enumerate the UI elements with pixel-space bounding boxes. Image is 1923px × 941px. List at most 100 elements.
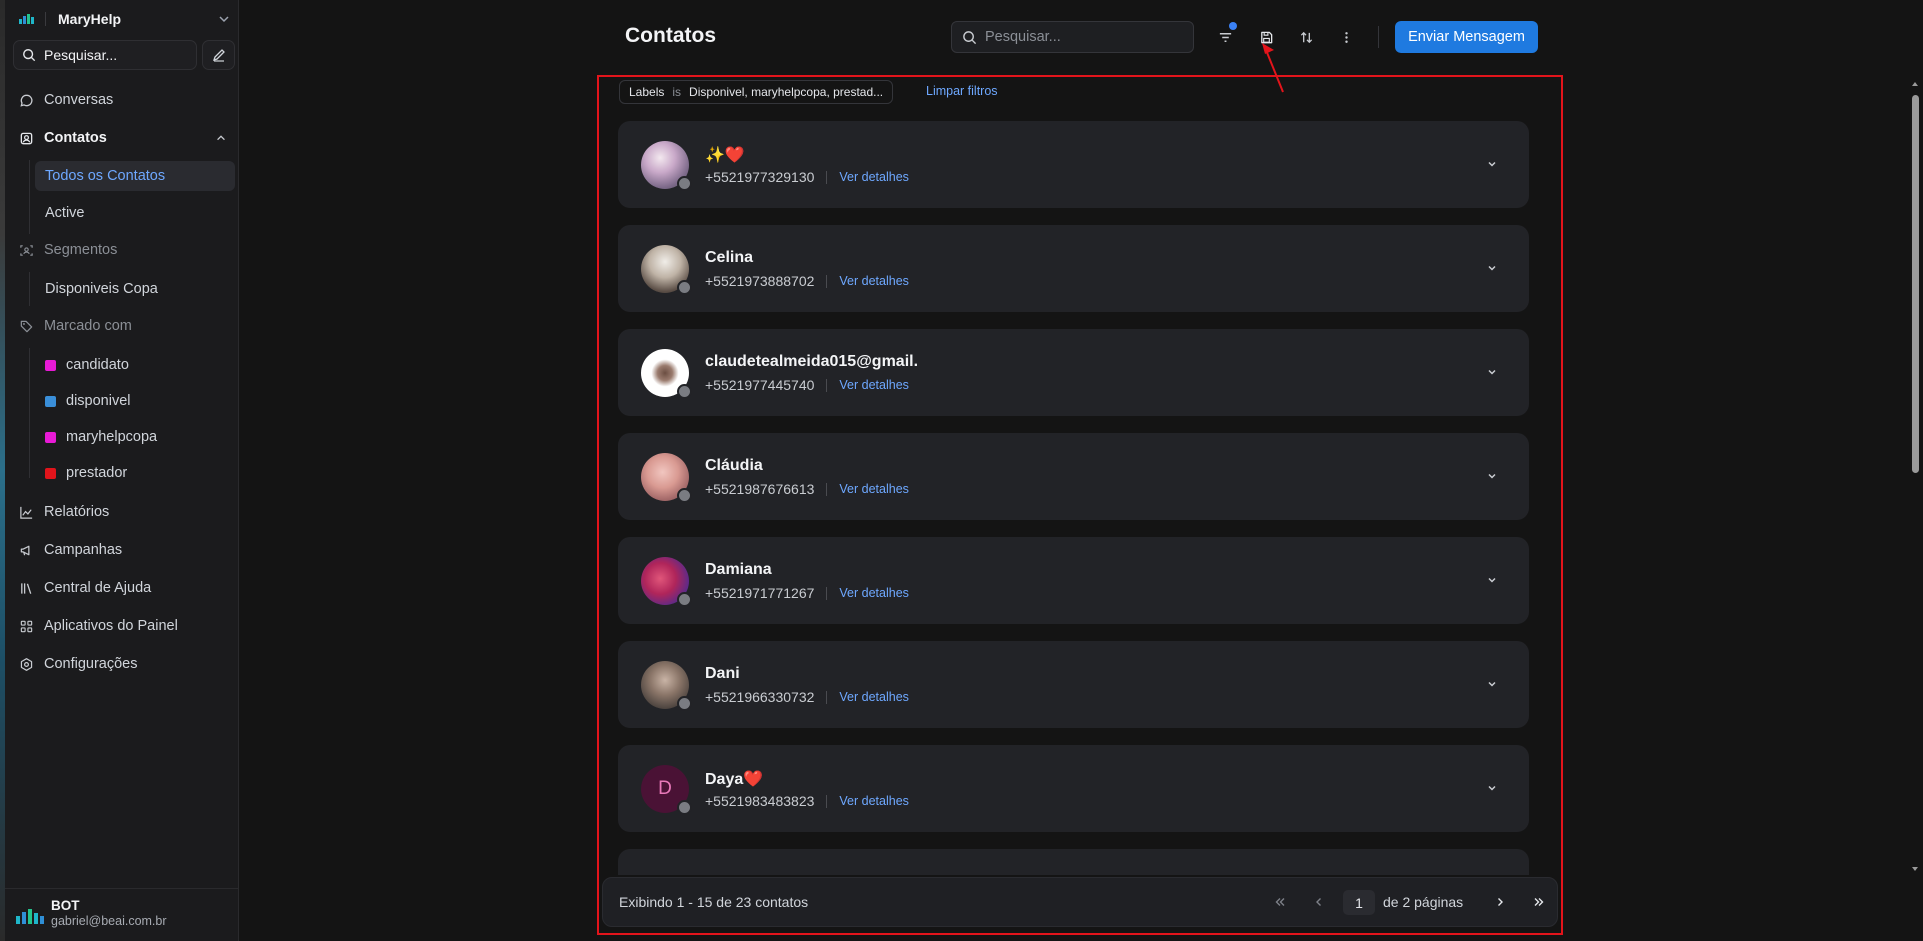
contact-card[interactable]: claudetealmeida015@gmail. +5521977445740…: [618, 329, 1529, 416]
chevron-down-icon[interactable]: [1485, 781, 1499, 795]
contact-phone: +5521977329130: [705, 169, 815, 185]
contact-card[interactable]: Celina +5521973888702 Ver detalhes: [618, 225, 1529, 312]
contacts-search[interactable]: [951, 21, 1194, 53]
gear-icon: [20, 657, 33, 671]
contact-phone: +5521983483823: [705, 793, 815, 809]
sidebar-item-central-ajuda[interactable]: Central de Ajuda: [19, 576, 151, 600]
chevron-down-icon[interactable]: [1485, 469, 1499, 483]
contact-card[interactable]: D Daya❤️ +5521983483823 Ver detalhes: [618, 745, 1529, 832]
meta-divider: [826, 690, 828, 704]
next-page-button[interactable]: [1489, 891, 1511, 913]
contacts-list: ✨❤️ +5521977329130 Ver detalhes Celina +…: [599, 110, 1561, 875]
sidebar-label-prestador[interactable]: prestador: [35, 458, 235, 488]
contact-meta: +5521971771267 Ver detalhes: [705, 585, 909, 601]
contact-card[interactable]: Cláudia +5521987676613 Ver detalhes: [618, 433, 1529, 520]
view-details-link[interactable]: Ver detalhes: [839, 274, 909, 288]
contact-meta: +5521983483823 Ver detalhes: [705, 793, 909, 809]
contacts-search-input[interactable]: [985, 29, 1175, 45]
sidebar-section-marcado-com: Marcado com: [19, 314, 132, 338]
sidebar-item-label: Conversas: [44, 92, 114, 108]
chat-bubble-icon: [20, 94, 33, 107]
tree-line: [29, 348, 30, 478]
contact-phone: +5521966330732: [705, 689, 815, 705]
sidebar-section-segmentos: Segmentos: [19, 238, 117, 262]
user-name: BOT: [51, 898, 80, 913]
chevron-down-icon[interactable]: [1485, 157, 1499, 171]
filter-icon: [1219, 32, 1231, 42]
user-email: gabriel@beai.com.br: [51, 914, 167, 928]
pagination-info: Exibindo 1 - 15 de 23 contatos: [619, 894, 809, 910]
sidebar-item-label: Campanhas: [44, 542, 123, 558]
filter-field: Labels: [629, 85, 665, 99]
label-name: disponivel: [66, 393, 131, 409]
clear-filters-link[interactable]: Limpar filtros: [926, 84, 998, 98]
more-options-button[interactable]: [1333, 24, 1359, 50]
label-name: prestador: [66, 465, 128, 481]
tag-icon: [20, 320, 33, 332]
presence-status: [677, 592, 692, 607]
sidebar-item-campanhas[interactable]: Campanhas: [19, 538, 122, 562]
contact-meta: +5521987676613 Ver detalhes: [705, 481, 909, 497]
previous-page-button[interactable]: [1308, 891, 1330, 913]
sort-button[interactable]: [1293, 24, 1319, 50]
sidebar-item-contatos[interactable]: Contatos: [19, 126, 227, 150]
sidebar-item-relatorios[interactable]: Relatórios: [19, 500, 109, 524]
view-details-link[interactable]: Ver detalhes: [839, 794, 909, 808]
more-vertical-icon: [1344, 31, 1348, 43]
presence-status: [677, 696, 692, 711]
search-icon: [963, 30, 977, 44]
last-page-button[interactable]: [1528, 891, 1550, 913]
sidebar-item-active[interactable]: Active: [35, 198, 235, 228]
first-page-button[interactable]: [1269, 891, 1291, 913]
contact-card[interactable]: Dani +5521966330732 Ver detalhes: [618, 641, 1529, 728]
sidebar-item-configuracoes[interactable]: Configurações: [19, 652, 138, 676]
chevron-down-icon[interactable]: [1485, 677, 1499, 691]
scrollbar-thumb[interactable]: [1912, 95, 1919, 473]
brand-divider: [45, 12, 46, 26]
sidebar-label-disponivel[interactable]: disponivel: [35, 386, 235, 416]
contact-card-partial[interactable]: [618, 849, 1529, 875]
filter-operator: is: [672, 85, 682, 99]
sidebar-label-maryhelpcopa[interactable]: maryhelpcopa: [35, 422, 235, 452]
contact-phone: +5521971771267: [705, 585, 815, 601]
chevron-down-icon[interactable]: [1485, 365, 1499, 379]
send-message-button[interactable]: Enviar Mensagem: [1395, 21, 1538, 53]
sidebar-search-label: Pesquisar...: [44, 47, 118, 63]
user-profile[interactable]: BOT gabriel@beai.com.br: [5, 888, 239, 941]
contact-card[interactable]: ✨❤️ +5521977329130 Ver detalhes: [618, 121, 1529, 208]
chevron-down-icon[interactable]: [1485, 573, 1499, 587]
pagination-bar: Exibindo 1 - 15 de 23 contatos 1 de 2 pá…: [602, 877, 1558, 927]
view-details-link[interactable]: Ver detalhes: [839, 586, 909, 600]
view-details-link[interactable]: Ver detalhes: [839, 690, 909, 704]
bot-avatar-icon: [16, 909, 44, 924]
contact-card[interactable]: Damiana +5521971771267 Ver detalhes: [618, 537, 1529, 624]
segment-scan-icon: [20, 244, 33, 256]
contact-avatar: [641, 661, 692, 711]
meta-divider: [826, 794, 828, 808]
view-details-link[interactable]: Ver detalhes: [839, 170, 909, 184]
sidebar-search-button[interactable]: Pesquisar...: [13, 40, 197, 70]
view-details-link[interactable]: Ver detalhes: [839, 482, 909, 496]
sidebar-item-aplicativos[interactable]: Aplicativos do Painel: [19, 614, 178, 638]
sidebar-item-todos-contatos[interactable]: Todos os Contatos: [35, 161, 235, 191]
save-filter-button[interactable]: [1253, 24, 1279, 50]
view-details-link[interactable]: Ver detalhes: [839, 378, 909, 392]
sidebar-label-candidato[interactable]: candidato: [35, 350, 235, 380]
contact-phone: +5521977445740: [705, 377, 815, 393]
chevron-left-icon: [1316, 898, 1321, 906]
filter-button[interactable]: [1212, 22, 1238, 50]
contact-avatar: [641, 349, 692, 399]
save-floppy-icon: [1260, 31, 1272, 43]
megaphone-icon: [20, 545, 30, 555]
chevron-right-icon: [1498, 898, 1503, 906]
contact-name: claudetealmeida015@gmail.: [705, 353, 919, 370]
sidebar-item-conversas[interactable]: Conversas: [19, 88, 113, 112]
label-color-swatch: [45, 359, 56, 371]
chevron-down-icon[interactable]: [1485, 261, 1499, 275]
sidebar-item-disponiveis-copa[interactable]: Disponiveis Copa: [35, 274, 235, 304]
meta-divider: [826, 586, 828, 600]
current-page-input[interactable]: 1: [1343, 890, 1375, 915]
active-filter-chip[interactable]: Labels is Disponivel, maryhelpcopa, pres…: [619, 80, 894, 104]
brand-switcher[interactable]: MaryHelp: [19, 8, 231, 30]
compose-button[interactable]: [202, 40, 235, 70]
